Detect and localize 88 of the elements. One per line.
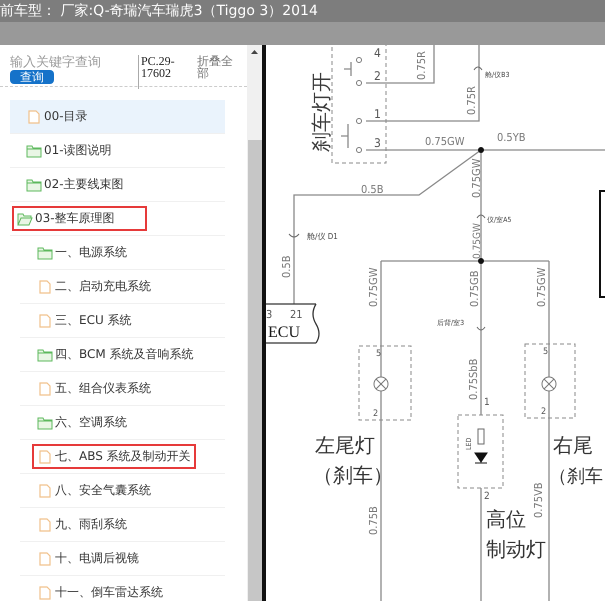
component-label: （刹车 [549, 466, 603, 486]
tree-item[interactable]: 02-主要线束图 [10, 168, 225, 202]
tree-label: 五、组合仪表系统 [55, 380, 151, 397]
wire-label: 0.5B [280, 255, 293, 278]
tree-label: 三、ECU 系统 [55, 312, 132, 329]
connector-icon [476, 214, 486, 218]
tree-item[interactable]: 八、安全气囊系统 [20, 474, 225, 508]
component-label: 右尾 [553, 435, 593, 457]
wire-line [343, 61, 352, 77]
connector-icon [474, 66, 482, 70]
pin-number: 2 [373, 409, 378, 419]
wire-label: 0.5B [361, 183, 384, 196]
pin-number: 4 [374, 46, 381, 60]
connector-icon [476, 326, 486, 330]
window-title: 前车型： 厂家:Q-奇瑞汽车瑞虎3（Tiggo 3）2014 [0, 0, 605, 22]
pin-number: 21 [290, 308, 303, 321]
resistor-icon [478, 428, 484, 444]
wire-label: 0.75GW [470, 158, 483, 198]
wire-label: 0.75GW [367, 268, 380, 307]
connector-label: 舱/仪 D1 [307, 232, 338, 241]
junction-dot [478, 147, 484, 153]
tree-label: 十、电调后视镜 [55, 550, 139, 567]
component-title: 刹车灯开 [311, 72, 333, 152]
wire-label: 0.75R [415, 51, 428, 80]
pin-number: 3 [266, 308, 272, 321]
wire-label: 0.75GB [468, 270, 481, 307]
tree-label: 六、空调系统 [55, 414, 127, 431]
component-label: 高位 [486, 509, 526, 531]
module-label: ECU [268, 324, 300, 341]
tree-item[interactable]: 一、电源系统 [20, 236, 225, 270]
tree-item[interactable]: 五、组合仪表系统 [20, 372, 225, 406]
tree-item[interactable]: 三、ECU 系统 [20, 304, 225, 338]
scrollbar-thumb[interactable] [248, 140, 262, 601]
scrollbar[interactable] [247, 45, 262, 601]
component-label: 制动灯 [486, 539, 546, 561]
bulb-icon [542, 376, 556, 392]
terminal-icon [356, 118, 362, 124]
tree-item[interactable]: 03-整车原理图 [10, 202, 225, 236]
tree-item[interactable]: 二、启动充电系统 [20, 270, 225, 304]
document-code: PC.29-17602 [138, 55, 185, 89]
tree-label: 九、雨刮系统 [55, 516, 127, 533]
search-button[interactable]: 查询 [10, 70, 54, 84]
tree-label: 02-主要线束图 [44, 176, 124, 193]
wire-label: 0.75R [465, 86, 478, 115]
diode-icon [474, 452, 488, 464]
tree-item[interactable]: 00-目录 [10, 100, 225, 134]
junction-dot [478, 258, 484, 264]
collapse-all-link[interactable]: 折叠全部 [197, 55, 237, 86]
wire-label: 0.75GW [535, 268, 548, 307]
component-label: 左尾灯 [315, 435, 375, 457]
tree-item[interactable]: 01-读图说明 [10, 134, 225, 168]
pin-number: 1 [484, 397, 490, 408]
search-field[interactable]: 输入关键字查询 [10, 55, 130, 70]
wire-label: 0.75GW [425, 135, 464, 148]
tree-label: 十一、倒车雷达系统 [55, 584, 163, 601]
terminal-icon [356, 57, 362, 63]
tree-item[interactable]: 十一、倒车雷达系统 [20, 576, 225, 601]
tree-item[interactable]: 四、BCM 系统及音响系统 [20, 338, 225, 372]
terminal-icon [356, 147, 362, 153]
tree-label: 七、ABS 系统及制动开关 [55, 448, 191, 465]
pin-number: 2 [484, 491, 490, 502]
tree-item[interactable]: 十、电调后视镜 [20, 542, 225, 576]
wire-label: 0.75VB [532, 482, 545, 518]
tree-label: 八、安全气囊系统 [55, 482, 151, 499]
pin-number: 2 [374, 69, 381, 83]
tree-label: 01-读图说明 [44, 142, 112, 159]
pin-number: 1 [374, 107, 381, 121]
terminal-icon [356, 80, 362, 86]
tree-item[interactable]: 六、空调系统 [20, 406, 225, 440]
tree-label: 03-整车原理图 [35, 210, 115, 227]
tree-label: 二、启动充电系统 [55, 278, 151, 295]
bulb-icon [374, 376, 388, 392]
wire-label: 0.75SbB [467, 358, 480, 400]
wire-label: 0.75GW [472, 223, 483, 259]
pin-number: 2 [541, 407, 546, 417]
tree-item[interactable]: 九、雨刮系统 [20, 508, 225, 542]
component-label: （刹车） [313, 465, 393, 487]
pin-number: 5 [543, 347, 548, 357]
connector-icon [288, 234, 300, 238]
ecu-outline [266, 303, 320, 344]
tree-item[interactable]: 七、ABS 系统及制动开关 [20, 440, 225, 474]
pin-number: 3 [374, 136, 381, 150]
pin-number: 5 [376, 349, 382, 359]
wire-label: 0.75B [367, 506, 380, 535]
tree-label: 一、电源系统 [55, 244, 127, 261]
tree-label: 四、BCM 系统及音响系统 [55, 346, 194, 363]
tree-label: 00-目录 [44, 108, 88, 125]
wire-label: 0.5YB [497, 131, 526, 144]
